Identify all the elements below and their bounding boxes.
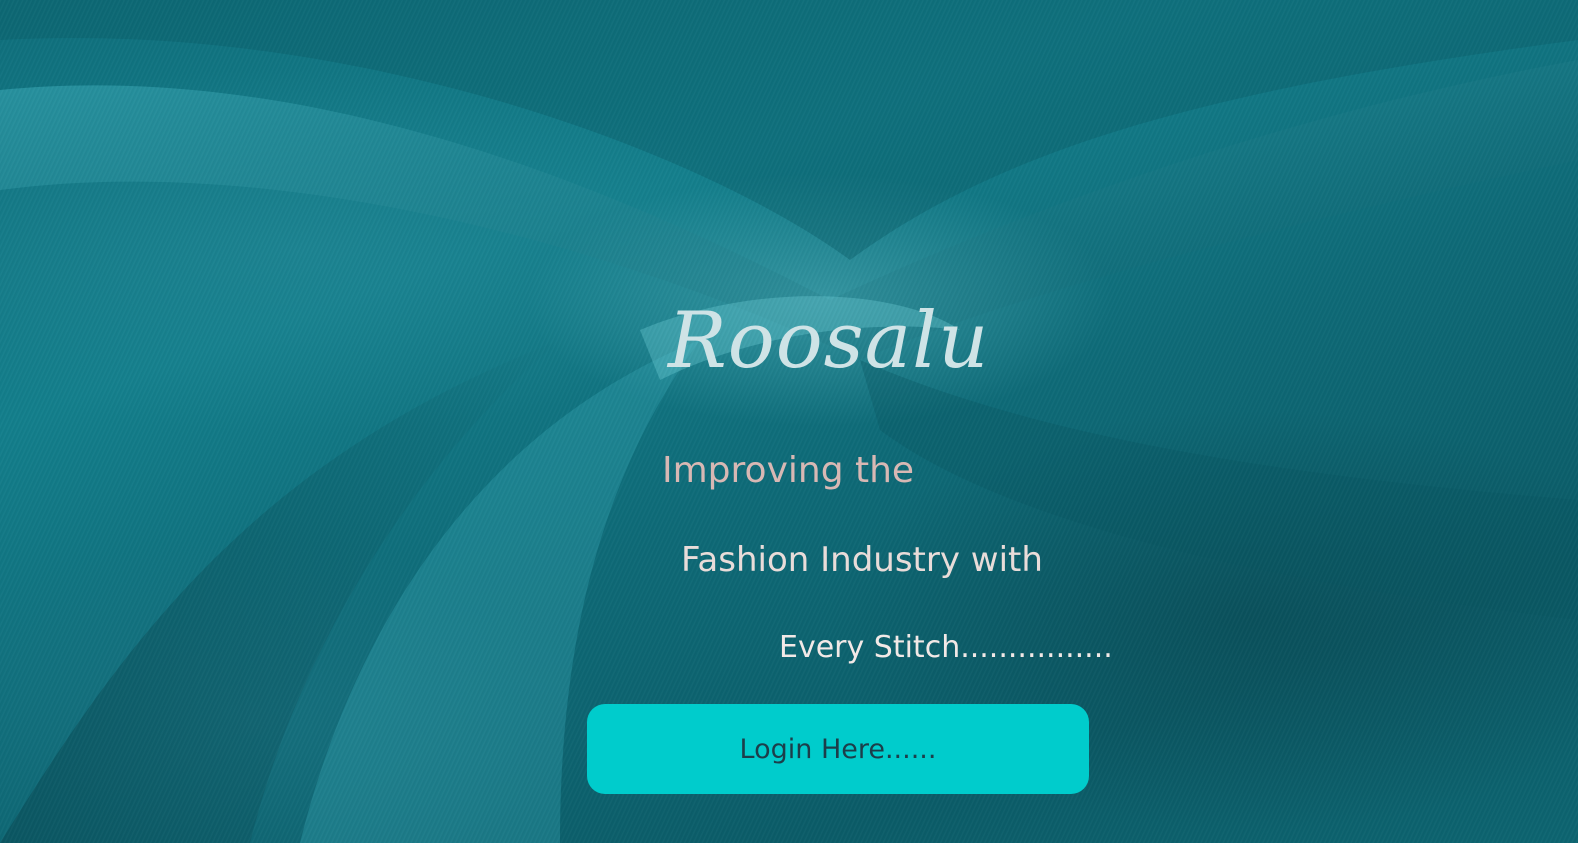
tagline-line-3: Every Stitch................ <box>779 630 1113 665</box>
login-button[interactable]: Login Here...... <box>587 704 1089 794</box>
brand-title: Roosalu <box>668 296 990 386</box>
login-button-label: Login Here...... <box>739 733 937 765</box>
tagline-line-2: Fashion Industry with <box>681 540 1043 580</box>
tagline-line-1: Improving the <box>662 450 915 491</box>
